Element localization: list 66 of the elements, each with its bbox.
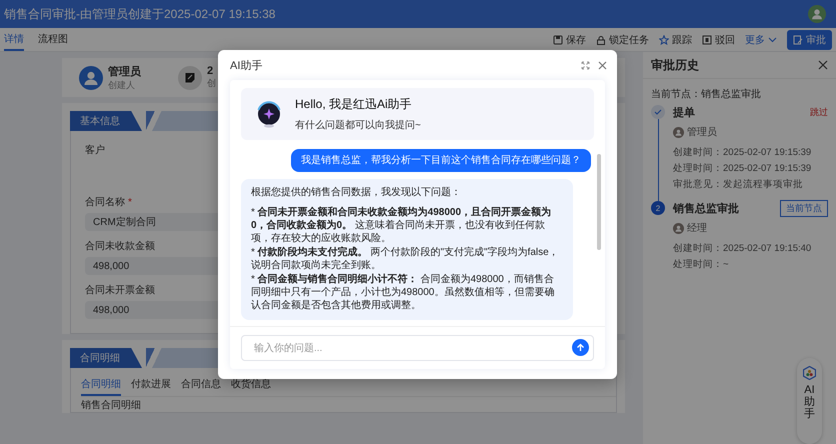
toolbar-button[interactable]: 保存 [553, 30, 586, 48]
scrollbar[interactable] [597, 154, 601, 250]
message-text: 我是销售总监，帮我分析一下目前这个销售合同存在哪些问题？ [301, 154, 581, 167]
tab[interactable]: 付款进展 [131, 374, 171, 396]
current-node-text: 当前节点：销售总监审批 [650, 88, 762, 102]
user-avatar-icon [673, 126, 684, 138]
summary-label: 创建人 [108, 78, 136, 92]
toolbar-button[interactable]: 锁定任务 [596, 30, 649, 48]
close-icon[interactable] [598, 60, 607, 70]
lock-icon [596, 34, 606, 44]
document-icon [793, 34, 803, 44]
status-badge: 当前节点 [780, 200, 828, 216]
required-mark: * [128, 197, 132, 208]
step-detail: 处理时间：~ [673, 258, 730, 272]
chevron-down-icon [768, 35, 777, 44]
close-icon[interactable] [818, 60, 828, 70]
message-input-field[interactable]: 输入你的问题... [241, 335, 594, 361]
field-label: 合同未开票金额 [85, 285, 155, 296]
page-title: 销售合同审批-由管理员创建于2025-02-07 19:15:38 [4, 6, 276, 22]
welcome-subtitle: 有什么问题都可以向我提问~ [295, 118, 421, 132]
avatar-icon [808, 5, 826, 23]
square-icon [702, 34, 712, 44]
arrow-up-icon [576, 343, 585, 352]
message-text: *合同未开票金额和合同未收款金额均为498000，且合同开票金额为0，合同收款金额为0。 这意味着合同尚未开票，也没有收到任何款项，存在较大的应收账款风险。 [251, 206, 552, 245]
robot-icon [255, 100, 283, 128]
tab[interactable]: 流程图 [38, 28, 68, 51]
field-label: 合同未收款金额 [85, 241, 155, 252]
dialog-title: AI助手 [230, 58, 262, 72]
toolbar-button[interactable]: 驳回 [702, 30, 735, 48]
step-detail: 创建时间：2025-02-07 19:15:39 [673, 146, 812, 160]
step-detail: 创建时间：2025-02-07 19:15:40 [673, 242, 812, 256]
field-label: 客户 [85, 145, 105, 156]
tab[interactable]: 合同信息 [181, 374, 221, 396]
step-name: 销售总监审批 [673, 202, 739, 216]
user-name: 经理 [687, 222, 707, 235]
toolbar-button[interactable]: 跟踪 [659, 30, 692, 48]
note-icon [178, 66, 202, 90]
hexagon-icon [803, 366, 816, 380]
welcome-title: Hello, 我是红迅Ai助手 [295, 96, 413, 113]
summary-value: 管理员 [108, 64, 141, 78]
step-detail: 审批意见：发起流程事项审批 [673, 178, 804, 192]
summary-label: 创 [207, 77, 216, 90]
step-marker: 2 [651, 201, 665, 215]
tab[interactable]: 详情 [4, 28, 24, 51]
save-icon [553, 34, 563, 44]
section-title: 基本信息 [70, 111, 142, 131]
section-title: 合同明细 [70, 348, 142, 368]
status-label: 跳过 [810, 106, 828, 118]
expand-icon[interactable] [581, 60, 590, 70]
step-detail: 处理时间：2025-02-07 19:15:39 [673, 162, 812, 176]
user-icon [79, 66, 103, 90]
message-text: *付款阶段均未支付完成。 两个付款阶段的"支付完成"字段均为false，说明合同款项尚未完全到账。 [251, 246, 560, 272]
panel-title: 审批历史 [651, 56, 699, 74]
message-text: *合同金额与销售合同明细小计不符： 合同金额为498000，而销售合同明细中只有一个产品，小计也为498000。虽然数值相等，但需要确认合同金额是否包含其他费用或调整。 [251, 273, 556, 312]
check-icon [654, 108, 662, 116]
summary-value: 2 [207, 65, 214, 77]
subsection-title: 销售合同明细 [81, 400, 142, 412]
message-text: 根据您提供的销售合同数据，我发现以下问题： [251, 186, 462, 199]
tab[interactable]: 合同明细 [81, 374, 121, 396]
toolbar-button[interactable]: 更多 [745, 30, 777, 48]
step-name: 提单 [673, 106, 695, 120]
field-label: 合同名称 [85, 197, 125, 208]
user-name: 管理员 [687, 126, 717, 139]
toolbar-button[interactable]: 审批 [787, 30, 832, 50]
star-icon [659, 34, 669, 44]
user-avatar-icon [673, 222, 684, 234]
